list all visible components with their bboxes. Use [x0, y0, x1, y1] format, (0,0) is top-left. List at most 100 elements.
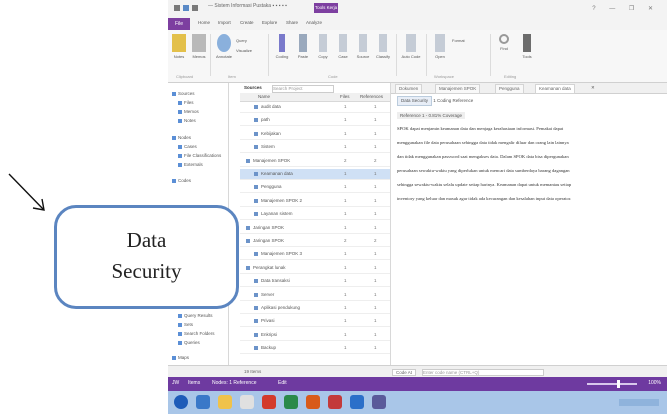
- node-icon: [254, 252, 258, 257]
- find-button[interactable]: Find: [494, 34, 514, 51]
- row-name: Sistem: [261, 144, 275, 150]
- nav-item-search-folders[interactable]: Search Folders: [178, 331, 215, 336]
- row-name: Manajemen SPOK: [253, 157, 291, 163]
- tab-analyze[interactable]: Analyze: [306, 20, 322, 25]
- query-button[interactable]: Query: [236, 36, 266, 43]
- doc-tab[interactable]: Pengguna: [495, 84, 524, 94]
- nav-item-maps[interactable]: Maps: [172, 355, 189, 360]
- classify-button[interactable]: Classify: [374, 34, 392, 59]
- pdf-icon[interactable]: [328, 395, 342, 409]
- code-name-input[interactable]: Enter code name (CTRL+Q): [422, 369, 544, 376]
- table-row[interactable]: Aplikasi pendukung 1 1: [240, 303, 390, 314]
- table-row[interactable]: Kebijakan 1 1: [240, 129, 390, 140]
- nav-item-files[interactable]: Files: [178, 100, 194, 105]
- taskbar: [168, 391, 667, 414]
- nav-item-sets[interactable]: Sets: [178, 322, 193, 327]
- tab-import[interactable]: Import: [218, 20, 231, 25]
- context-tab[interactable]: Tools Kerja: [314, 3, 338, 13]
- list-search-input[interactable]: Search Project: [272, 85, 334, 93]
- nvivo-icon[interactable]: [372, 395, 386, 409]
- doc-tab[interactable]: Manajemen SPOK: [435, 84, 481, 94]
- office-icon[interactable]: [262, 395, 276, 409]
- data-security-callout: Data Security: [54, 205, 239, 309]
- breadcrumb-node[interactable]: Data Security: [397, 96, 433, 106]
- doc-tab[interactable]: Dokumen: [395, 84, 423, 94]
- folder-icon[interactable]: [218, 395, 232, 409]
- table-row[interactable]: Server 1 1: [240, 290, 390, 301]
- column-references[interactable]: References: [360, 94, 383, 100]
- table-row[interactable]: Privasi 1 1: [240, 316, 390, 328]
- save-icon[interactable]: [174, 5, 180, 11]
- tab-home[interactable]: Home: [198, 20, 210, 25]
- table-row[interactable]: Backup 1 1: [240, 343, 390, 355]
- case-button[interactable]: Case: [334, 34, 352, 59]
- open-button[interactable]: Open: [430, 34, 450, 59]
- table-row[interactable]: Manajemen SPOK 2 2: [240, 156, 390, 167]
- redo-icon[interactable]: [192, 5, 198, 11]
- tab-share[interactable]: Share: [286, 20, 298, 25]
- row-files: 2: [344, 157, 347, 163]
- powerpoint-icon[interactable]: [306, 395, 320, 409]
- column-name[interactable]: Name: [258, 94, 270, 100]
- table-row[interactable]: Manajemen SPOK 3 1 1: [240, 249, 390, 261]
- close-tab-icon[interactable]: ✕: [591, 85, 595, 91]
- table-row[interactable]: path 1 1: [240, 115, 390, 127]
- nav-item-sources[interactable]: Sources: [172, 91, 195, 96]
- nav-item-nodes[interactable]: Nodes: [172, 135, 191, 140]
- doc-tab-active[interactable]: Keamanan data: [535, 84, 575, 94]
- row-name: Privasi: [261, 318, 275, 324]
- table-row[interactable]: Data transaksi 1 1: [240, 276, 390, 288]
- system-tray[interactable]: [619, 399, 659, 406]
- nav-item-cases[interactable]: Cases: [178, 144, 197, 149]
- nav-item-query-results[interactable]: Query Results: [178, 313, 213, 318]
- table-row[interactable]: Jaringan SPOK 2 2: [240, 236, 390, 247]
- undo-icon[interactable]: [183, 5, 189, 11]
- source-button[interactable]: Source: [354, 34, 372, 59]
- zoom-slider[interactable]: [587, 380, 637, 388]
- folder-icon: [178, 100, 182, 105]
- tab-explore[interactable]: Explore: [262, 20, 277, 25]
- explorer-icon[interactable]: [196, 395, 210, 409]
- nav-item-notes[interactable]: Notes: [178, 118, 196, 123]
- nav-item-externals[interactable]: Externals: [178, 162, 203, 167]
- start-icon[interactable]: [174, 395, 188, 409]
- table-row[interactable]: Layanan sistem 1 1: [240, 209, 390, 221]
- paragraph-line: perusahaan sewaktu-waktu yang diperlukan…: [397, 168, 570, 173]
- tab-file[interactable]: File: [168, 18, 190, 30]
- nav-item-file-classifications[interactable]: File Classifications: [178, 153, 221, 158]
- notes-button[interactable]: Notes: [170, 34, 188, 59]
- word-icon[interactable]: [350, 395, 364, 409]
- zoom-slider-knob[interactable]: [617, 380, 620, 388]
- nav-item-queries[interactable]: Queries: [178, 340, 200, 345]
- row-files: 2: [344, 238, 347, 243]
- nav-item-memos[interactable]: Memos: [178, 109, 199, 114]
- format-button[interactable]: Format: [452, 36, 486, 43]
- memos-button[interactable]: Memos: [190, 34, 208, 59]
- paste-button[interactable]: Paste: [294, 34, 312, 59]
- table-row[interactable]: audit data 1 1: [240, 102, 390, 113]
- coding-button[interactable]: Coding: [272, 34, 292, 59]
- column-files[interactable]: Files: [340, 94, 350, 100]
- table-row[interactable]: Perangkat lunak 1 1: [240, 263, 390, 274]
- table-row[interactable]: Pengguna 1 1: [240, 182, 390, 194]
- table-row[interactable]: Jaringan SPOK 1 1: [240, 223, 390, 234]
- visualize-button[interactable]: Visualize: [236, 46, 266, 53]
- edit-label: Edit: [278, 380, 287, 386]
- nav-item-codes[interactable]: Codes: [172, 178, 191, 183]
- table-row[interactable]: Manajemen SPOK 2 1 1: [240, 196, 390, 207]
- folder-icon: [178, 144, 182, 149]
- table-row[interactable]: Keamanan data 1 1: [240, 169, 390, 180]
- table-row[interactable]: Enkripsi 1 1: [240, 330, 390, 341]
- code-at-label[interactable]: Code At: [392, 369, 417, 376]
- window-controls[interactable]: ? — ❐ ✕: [592, 5, 659, 12]
- node-icon: [254, 292, 258, 297]
- tools-button[interactable]: Tools: [518, 34, 536, 59]
- tab-create[interactable]: Create: [240, 20, 254, 25]
- copy-button[interactable]: Copy: [314, 34, 332, 59]
- search-icon[interactable]: [240, 395, 254, 409]
- annotate-button[interactable]: Annotate: [214, 34, 234, 59]
- chrome-icon[interactable]: [284, 395, 298, 409]
- row-references: 1: [374, 318, 377, 324]
- auto-code-button[interactable]: Auto Code: [400, 34, 422, 59]
- table-row[interactable]: Sistem 1 1: [240, 142, 390, 154]
